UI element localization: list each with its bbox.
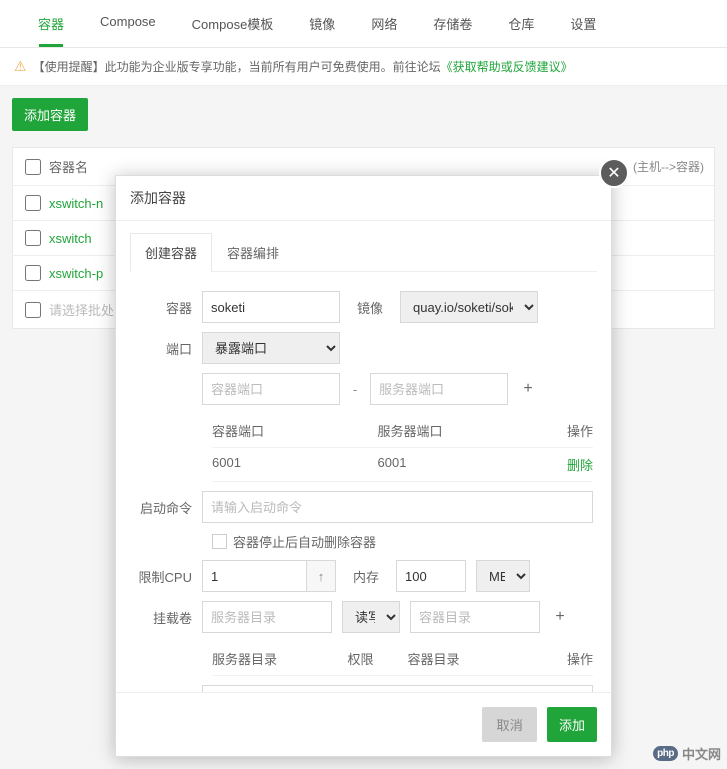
cpu-step-up-icon[interactable]: ↑ (306, 560, 336, 592)
mt-h2: 权限 (348, 649, 408, 668)
container-dir-input[interactable] (410, 601, 540, 633)
watermark: php 中文网 (653, 744, 721, 763)
image-select[interactable]: quay.io/soketi/soketi:1 (400, 291, 538, 323)
pt-h3: 操作 (543, 421, 593, 440)
mt-h1: 服务器目录 (212, 649, 348, 668)
auto-remove-label: 容器停止后自动删除容器 (233, 532, 376, 551)
label-start-cmd: 启动命令 (134, 498, 202, 517)
mount-table-header: 服务器目录 权限 容器目录 操作 (212, 642, 593, 676)
cpu-stepper: ↑ (202, 560, 336, 592)
mt-h4: 操作 (543, 649, 593, 668)
label-image: 镜像 (350, 298, 390, 317)
inner-tab-compose[interactable]: 容器编排 (212, 233, 294, 271)
auto-remove-checkbox[interactable] (212, 534, 227, 549)
modal-overlay: ✕ 添加容器 创建容器 容器编排 容器 镜像 quay.io/soketi/so… (0, 0, 727, 769)
modal-inner-tabs: 创建容器 容器编排 (130, 233, 597, 272)
port-table-row: 6001 6001 删除 (212, 448, 593, 482)
mt-h3: 容器目录 (408, 649, 544, 668)
modal-title: 添加容器 (116, 176, 611, 221)
pt-sport: 6001 (378, 455, 544, 474)
pt-h2: 服务器端口 (378, 421, 544, 440)
cpu-input[interactable] (202, 560, 306, 592)
pt-h1: 容器端口 (212, 421, 378, 440)
php-logo-icon: php (653, 746, 678, 761)
mem-unit-select[interactable]: MB (476, 560, 530, 592)
dash-icon: - (350, 382, 360, 397)
mount-table: 服务器目录 权限 容器目录 操作 (212, 642, 593, 676)
port-mode-select[interactable]: 暴露端口 (202, 332, 340, 364)
container-input[interactable] (202, 291, 340, 323)
watermark-text: 中文网 (682, 744, 721, 763)
mount-rw-select[interactable]: 读写 (342, 601, 400, 633)
start-cmd-input[interactable] (202, 491, 593, 523)
modal-footer: 取消 添加 (116, 692, 611, 756)
mem-input[interactable] (396, 560, 466, 592)
container-port-input[interactable] (202, 373, 340, 405)
label-cpu: 限制CPU (134, 567, 202, 586)
port-table-header: 容器端口 服务器端口 操作 (212, 414, 593, 448)
label-port: 端口 (134, 339, 202, 358)
delete-port-button[interactable]: 删除 (567, 458, 593, 473)
port-table: 容器端口 服务器端口 操作 6001 6001 删除 (212, 414, 593, 482)
server-dir-input[interactable] (202, 601, 332, 633)
tag-textarea[interactable] (202, 685, 593, 692)
cancel-button[interactable]: 取消 (482, 707, 537, 742)
modal-body: 容器 镜像 quay.io/soketi/soketi:1 端口 暴露端口 (116, 272, 611, 692)
inner-tab-create[interactable]: 创建容器 (130, 233, 212, 272)
add-mount-icon[interactable]: + (550, 608, 570, 626)
label-mount: 挂载卷 (134, 608, 202, 627)
close-icon[interactable]: ✕ (599, 158, 629, 188)
add-port-icon[interactable]: + (518, 380, 538, 398)
pt-cport: 6001 (212, 455, 378, 474)
add-container-modal: ✕ 添加容器 创建容器 容器编排 容器 镜像 quay.io/soketi/so… (115, 175, 612, 757)
label-container: 容器 (134, 298, 202, 317)
server-port-input[interactable] (370, 373, 508, 405)
submit-add-button[interactable]: 添加 (547, 707, 597, 742)
label-mem: 内存 (346, 567, 386, 586)
auto-remove-row: 容器停止后自动删除容器 (212, 532, 593, 551)
